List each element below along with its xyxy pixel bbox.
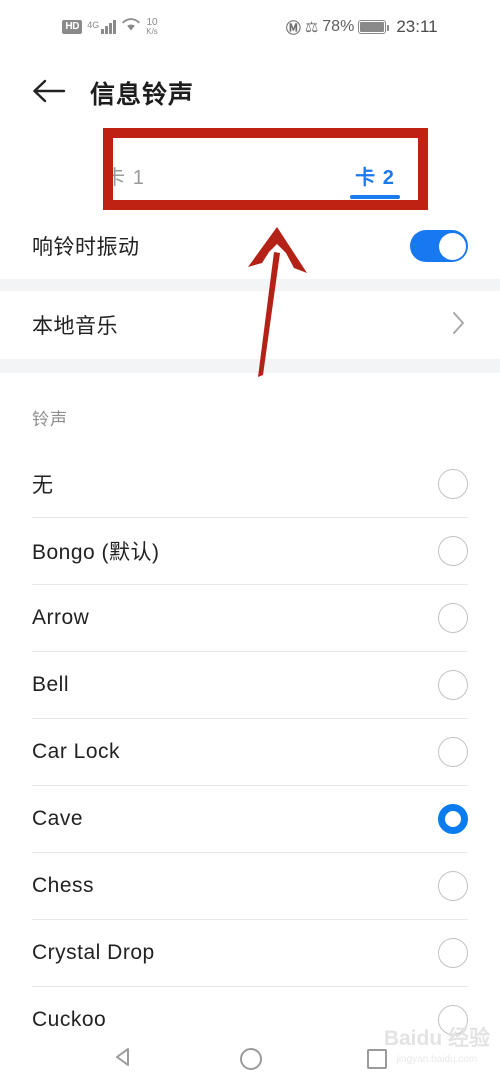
section-divider-band xyxy=(0,279,500,291)
phone-screen: HD 4G 10 K/s Ⓜ ⚖ 78% 23:11 信息铃声 卡 1 卡 2 … xyxy=(0,0,500,1084)
section-divider-band xyxy=(0,359,500,373)
clock-label: 23:11 xyxy=(396,17,438,36)
ringtone-item-label: Bell xyxy=(32,672,70,696)
ringtone-item-label: Arrow xyxy=(32,605,90,629)
data-rate-value: 10 xyxy=(146,17,158,28)
ringtone-item[interactable]: Crystal Drop xyxy=(0,919,500,986)
chevron-right-icon xyxy=(452,311,466,340)
battery-icon xyxy=(358,20,390,34)
radio-unselected-icon[interactable] xyxy=(438,468,468,499)
bluetooth-icon: ⚖ xyxy=(304,19,319,36)
ringtone-item-label: Car Lock xyxy=(32,739,121,763)
ringtone-item[interactable]: 无 xyxy=(0,450,500,517)
ringtone-item[interactable]: Car Lock xyxy=(0,718,500,785)
row-vibrate-when-ringing[interactable]: 响铃时振动 xyxy=(0,215,500,277)
row-local-music[interactable]: 本地音乐 xyxy=(0,291,500,359)
nav-back-triangle-icon[interactable] xyxy=(113,1046,135,1073)
radio-unselected-icon[interactable] xyxy=(438,535,468,566)
tab-card-2[interactable]: 卡 2 xyxy=(250,145,500,205)
battery-fill xyxy=(360,22,385,32)
radio-selected-icon[interactable] xyxy=(438,803,468,834)
status-bar: HD 4G 10 K/s Ⓜ ⚖ 78% 23:11 xyxy=(0,0,500,54)
nfc-icon: Ⓜ xyxy=(285,19,301,37)
toggle-knob xyxy=(438,232,466,260)
ringtone-item[interactable]: Arrow xyxy=(0,584,500,651)
ringtone-item-label: Bongo (默认) xyxy=(32,540,160,564)
status-bar-right: Ⓜ ⚖ 78% 23:11 xyxy=(286,17,438,38)
back-arrow-icon[interactable] xyxy=(32,78,66,108)
ringtone-item-label: Cuckoo xyxy=(32,1007,107,1031)
hd-icon: HD xyxy=(62,20,83,34)
signal-bar xyxy=(113,20,117,34)
ringtone-item[interactable]: Bell xyxy=(0,651,500,718)
ringtone-section-header: 铃声 xyxy=(32,410,68,429)
active-tab-indicator xyxy=(350,195,400,199)
page-title: 信息铃声 xyxy=(90,81,195,109)
radio-unselected-icon[interactable] xyxy=(438,1004,468,1035)
tab-card-2-label: 卡 2 xyxy=(355,166,395,189)
ringtone-item[interactable]: Bongo (默认) xyxy=(0,517,500,584)
signal-bar xyxy=(105,26,109,34)
cellular-signal-icon: 4G xyxy=(87,20,117,34)
tab-card-1[interactable]: 卡 1 xyxy=(0,145,250,205)
ringtone-item-label: Chess xyxy=(32,873,95,897)
data-rate-unit: K/s xyxy=(146,27,158,36)
nav-home-circle-icon[interactable] xyxy=(239,1048,262,1070)
local-music-label: 本地音乐 xyxy=(32,315,118,338)
ringtone-item-label: Crystal Drop xyxy=(32,940,155,964)
tab-card-1-label: 卡 1 xyxy=(105,166,145,189)
battery-percent-label: 78% xyxy=(322,18,355,35)
signal-bar xyxy=(109,23,113,34)
sim-card-tabs: 卡 1 卡 2 xyxy=(0,145,500,205)
app-header: 信息铃声 xyxy=(0,62,500,124)
status-bar-left: HD 4G 10 K/s xyxy=(62,17,158,37)
network-type-label: 4G xyxy=(87,20,100,30)
wifi-icon xyxy=(121,17,141,37)
ringtone-item-label: Cave xyxy=(32,806,84,830)
radio-unselected-icon[interactable] xyxy=(438,736,468,767)
ringtone-item-label: 无 xyxy=(32,473,54,497)
radio-unselected-icon[interactable] xyxy=(438,937,468,968)
ringtone-item[interactable]: Cave xyxy=(0,785,500,852)
radio-unselected-icon[interactable] xyxy=(438,870,468,901)
ringtone-item[interactable]: Chess xyxy=(0,852,500,919)
vibrate-toggle[interactable] xyxy=(410,230,468,262)
radio-unselected-icon[interactable] xyxy=(438,602,468,633)
data-rate-indicator: 10 K/s xyxy=(146,17,158,37)
vibrate-label: 响铃时振动 xyxy=(32,236,140,259)
signal-bar xyxy=(101,29,105,34)
radio-unselected-icon[interactable] xyxy=(438,669,468,700)
android-navigation-bar xyxy=(0,1034,500,1084)
nav-recents-square-icon[interactable] xyxy=(367,1049,388,1069)
